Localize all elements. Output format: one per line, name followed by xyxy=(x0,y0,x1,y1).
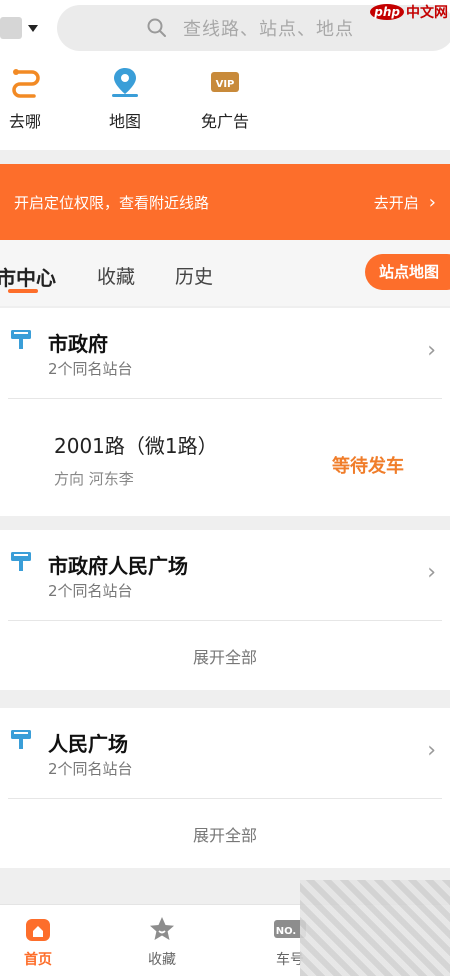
stop-header[interactable]: 市政府 2个同名站台 › xyxy=(0,308,450,400)
quick-noads-button[interactable]: VIP 免广告 xyxy=(180,66,270,132)
stop-subtitle: 2个同名站台 xyxy=(48,360,133,378)
quick-go-button[interactable]: 去哪 xyxy=(0,66,70,132)
banner-enable-link[interactable]: 去开启 › xyxy=(374,192,436,213)
search-placeholder: 查线路、站点、地点 xyxy=(183,19,354,40)
nav-home[interactable]: 首页 xyxy=(0,915,78,969)
quick-noads-label: 免广告 xyxy=(200,112,249,131)
stop-header[interactable]: 市政府人民广场 2个同名站台 › xyxy=(0,530,450,622)
divider xyxy=(8,398,442,399)
expand-all-button[interactable]: 展开全部 xyxy=(0,822,450,846)
vip-icon: VIP xyxy=(211,72,239,92)
search-icon xyxy=(147,18,166,37)
bus-stop-icon xyxy=(11,730,31,749)
tab-city-center[interactable]: 市中心 xyxy=(0,262,56,291)
nav-home-label: 首页 xyxy=(24,952,52,968)
nav-favorites-label: 收藏 xyxy=(148,952,176,968)
active-tab-indicator xyxy=(8,289,38,293)
expand-all-button[interactable]: 展开全部 xyxy=(0,644,450,668)
stop-name: 市政府 xyxy=(48,332,108,356)
stop-subtitle: 2个同名站台 xyxy=(48,760,133,778)
star-icon xyxy=(150,917,174,940)
banner-link-label: 去开启 xyxy=(373,193,419,212)
route-status: 等待发车 xyxy=(332,456,404,477)
route-icon xyxy=(12,69,40,98)
quick-go-label: 去哪 xyxy=(8,112,41,131)
svg-text:VIP: VIP xyxy=(216,79,235,90)
stop-header[interactable]: 人民广场 2个同名站台 › xyxy=(0,708,450,800)
city-name-blur xyxy=(0,17,22,39)
map-pin-icon xyxy=(112,68,138,97)
bus-stop-icon xyxy=(11,552,31,571)
route-direction: 方向 河东李 xyxy=(54,470,134,488)
stop-card: 人民广场 2个同名站台 › 展开全部 xyxy=(0,708,450,868)
dropdown-arrow-icon xyxy=(28,24,38,32)
chevron-right-icon: › xyxy=(427,560,436,585)
bus-stop-icon xyxy=(11,330,31,349)
quick-map-label: 地图 xyxy=(108,112,141,131)
chevron-right-icon: › xyxy=(428,191,436,213)
stop-name: 人民广场 xyxy=(48,732,128,756)
stop-subtitle: 2个同名站台 xyxy=(48,582,133,600)
home-icon xyxy=(26,919,50,941)
blurred-region xyxy=(300,880,450,976)
divider xyxy=(8,798,442,799)
stop-name: 市政府人民广场 xyxy=(48,554,188,578)
watermark-logo: php 中文网 xyxy=(370,0,448,24)
chevron-right-icon: › xyxy=(427,738,436,763)
stop-card: 市政府人民广场 2个同名站台 › 展开全部 xyxy=(0,530,450,690)
top-bar: 查线路、站点、地点 php 中文网 去哪 地图 VIP 免广告 xyxy=(0,0,450,150)
watermark-php: php xyxy=(370,4,404,20)
svg-text:NO.: NO. xyxy=(276,926,296,937)
chevron-right-icon: › xyxy=(427,338,436,363)
tab-history[interactable]: 历史 xyxy=(175,262,213,289)
route-name: 2001路（微1路） xyxy=(54,434,218,458)
quick-map-button[interactable]: 地图 xyxy=(80,66,170,132)
watermark-cn: 中文网 xyxy=(406,5,448,21)
location-permission-banner[interactable]: 开启定位权限，查看附近线路 去开启 › xyxy=(0,164,450,240)
nav-favorites[interactable]: 收藏 xyxy=(122,915,202,969)
city-selector[interactable] xyxy=(0,16,46,40)
tab-favorites[interactable]: 收藏 xyxy=(97,262,135,289)
divider xyxy=(8,620,442,621)
banner-text: 开启定位权限，查看附近线路 xyxy=(14,193,210,212)
station-map-button[interactable]: 站点地图 xyxy=(365,254,450,290)
stop-card: 市政府 2个同名站台 › 2001路（微1路） 方向 河东李 等待发车 xyxy=(0,308,450,516)
